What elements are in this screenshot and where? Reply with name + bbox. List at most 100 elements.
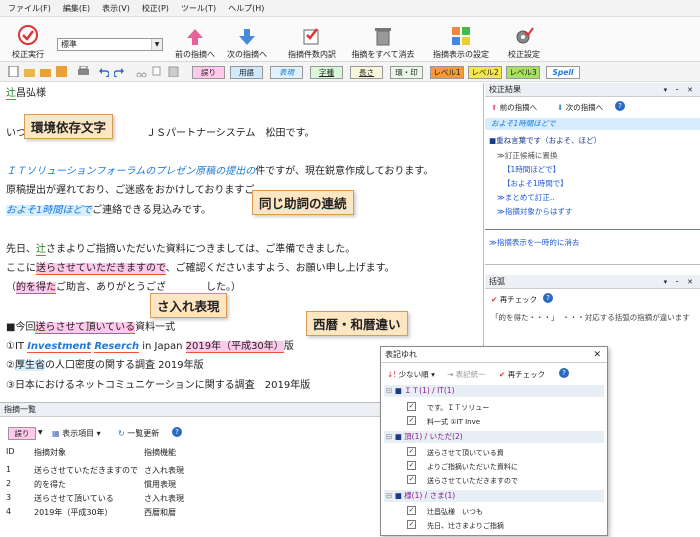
help-icon[interactable]: ?: [543, 293, 553, 303]
editor-line: ②厚生省の人口密度の関する調査 2019年版: [6, 359, 204, 372]
tag-level2[interactable]: レベル2: [468, 66, 502, 79]
table-row[interactable]: 3 送らさせて頂いている さ入れ表現: [6, 493, 184, 503]
results-next-button[interactable]: ⬇ 次の指摘へ: [557, 102, 603, 113]
tag-level1[interactable]: レベル1: [430, 66, 464, 79]
action-replace[interactable]: ≫訂正候補に置換: [497, 150, 557, 161]
panel-controls[interactable]: ▾ ⁃ ✕: [664, 275, 696, 289]
clear-all-label: 指摘をすべて消去: [351, 50, 415, 59]
menu-file[interactable]: ファイル(F): [8, 3, 51, 14]
style-select[interactable]: 標準 ▼: [57, 38, 163, 51]
results-prev-button[interactable]: ⬆ 前の指摘へ: [491, 102, 537, 113]
particle-highlight[interactable]: ＩＴソリューションフォーラムのプレゼン原稿の提出の: [6, 166, 255, 177]
cut-icon[interactable]: [136, 66, 147, 77]
close-icon[interactable]: ✕: [593, 347, 601, 363]
undo-icon[interactable]: [98, 66, 109, 77]
term-highlight[interactable]: 厚生省: [14, 360, 45, 371]
menu-edit[interactable]: 編集(E): [63, 3, 90, 14]
row-target: 送らさせて頂いている: [34, 494, 114, 503]
unify-button[interactable]: ⇥ 表記統一: [447, 369, 486, 380]
variant-checkbox[interactable]: ✓: [407, 416, 416, 425]
variant-context: 送らさせて頂いている資: [427, 449, 504, 457]
idiom-highlight[interactable]: 的を得た: [16, 282, 56, 294]
menu-tools[interactable]: ツール(T): [181, 3, 216, 14]
next-issue-button[interactable]: 次の指摘へ: [224, 20, 270, 60]
action-batch[interactable]: ≫まとめて訂正..: [497, 192, 555, 203]
era-highlight[interactable]: 2019年（平成30年）: [185, 341, 284, 353]
copy-icon[interactable]: [152, 66, 163, 77]
row-target: 的を得た: [34, 480, 66, 489]
issue-list-title: 指摘一覧: [0, 403, 380, 417]
run-proof-button[interactable]: 校正実行: [6, 20, 50, 60]
tag-length[interactable]: 長さ: [350, 66, 383, 79]
save-icon[interactable]: [56, 66, 67, 77]
redo-icon[interactable]: [114, 66, 125, 77]
results-title-text: 校正結果: [489, 85, 521, 94]
clear-all-button[interactable]: 指摘をすべて消去: [350, 20, 416, 60]
bracket-issue[interactable]: 「的を得た・・・」 ・・・対応する括弧の指摘が違います: [491, 312, 690, 323]
group-it[interactable]: ⊟ ■ ＩＴ(1) / IT(1): [384, 385, 604, 397]
variant-checkbox[interactable]: ✓: [407, 520, 416, 529]
tag-error[interactable]: 誤り: [192, 66, 225, 79]
arrow-up-icon: [187, 29, 203, 45]
chevron-down-icon[interactable]: ▼: [38, 429, 43, 436]
menu-help[interactable]: ヘルプ(H): [228, 3, 264, 14]
folder-icon[interactable]: [40, 66, 51, 77]
col-id[interactable]: ID: [6, 447, 15, 456]
sa-insertion-highlight[interactable]: 送らさせて頂いている: [35, 322, 136, 334]
refresh-list-button[interactable]: ↻ 一覧更新: [118, 428, 159, 439]
open-folder-icon[interactable]: [24, 66, 35, 77]
spell-highlight[interactable]: Reserch: [94, 341, 140, 353]
selected-issue[interactable]: およそ1時間ほどで: [485, 118, 700, 130]
tag-expression[interactable]: 表現: [270, 66, 303, 79]
chevron-down-icon[interactable]: ▼: [151, 39, 162, 50]
variant-checkbox[interactable]: ✓: [407, 447, 416, 456]
sort-button[interactable]: ↓! 少ない順 ▾: [387, 369, 435, 380]
variant-checkbox[interactable]: ✓: [407, 461, 416, 470]
sa-insertion-highlight[interactable]: 送らさせていただきますので: [36, 263, 166, 275]
tag-char[interactable]: 字種: [310, 66, 343, 79]
bracket-recheck-button[interactable]: ✔ 再チェック: [491, 294, 537, 305]
redundant-phrase-highlight[interactable]: およそ1時間ほどで: [6, 205, 93, 216]
editor-line: ここに送らさせていただきますので、ご確認くださいますよう、お願い申し上げます。: [6, 262, 395, 275]
group-itadaku[interactable]: ⊟ ■ 頂(1) / いただ(2): [384, 431, 604, 443]
suggestion-2[interactable]: 【およそ1時間で】: [503, 178, 568, 189]
help-icon[interactable]: ?: [172, 427, 182, 437]
display-items-button[interactable]: ▦ 表示項目 ▾: [52, 428, 101, 439]
editor-text: ②: [6, 360, 15, 371]
tag-level3[interactable]: レベル3: [506, 66, 540, 79]
variant-checkbox[interactable]: ✓: [407, 506, 416, 515]
new-file-icon[interactable]: [8, 66, 19, 77]
issue-summary-button[interactable]: 指摘件数内訳: [284, 20, 340, 60]
spell-highlight[interactable]: Investment: [27, 341, 92, 353]
variant-checkbox[interactable]: ✓: [407, 402, 416, 411]
help-icon[interactable]: ?: [559, 368, 569, 378]
tag-symbol[interactable]: 環・印: [390, 66, 423, 79]
variant-checkbox[interactable]: ✓: [407, 475, 416, 484]
env-char-highlight[interactable]: 辻: [36, 244, 46, 256]
temp-clear-link[interactable]: ≫指摘表示を一時的に消去: [489, 237, 579, 248]
prev-issue-button[interactable]: 前の指摘へ: [172, 20, 218, 60]
issue-summary-label: 指摘件数内訳: [288, 50, 336, 59]
action-exclude[interactable]: ≫指摘対象からはずす: [497, 206, 572, 217]
paste-icon[interactable]: [168, 66, 179, 77]
print-icon[interactable]: [78, 66, 89, 77]
col-function[interactable]: 指摘機能: [144, 447, 176, 458]
tag-spell[interactable]: Spell: [546, 66, 580, 79]
menu-view[interactable]: 表示(V): [102, 3, 130, 14]
dialog-recheck-button[interactable]: ✔ 再チェック: [499, 369, 545, 380]
style-select-value: 標準: [61, 40, 77, 49]
group-sama[interactable]: ⊟ ■ 様(1) / さま(1): [384, 490, 604, 502]
help-icon[interactable]: ?: [615, 101, 625, 111]
panel-controls[interactable]: ▾ ⁃ ✕: [664, 83, 696, 97]
tag-term[interactable]: 用語: [230, 66, 263, 79]
filter-error-tag[interactable]: 誤り: [8, 427, 36, 440]
menu-proof[interactable]: 校正(P): [142, 3, 169, 14]
env-char-highlight[interactable]: 辻: [6, 88, 16, 100]
col-target[interactable]: 指摘対象: [34, 447, 66, 458]
proof-settings-button[interactable]: 校正設定: [502, 20, 546, 60]
table-row[interactable]: 4 2019年（平成30年） 西暦和暦: [6, 507, 176, 517]
display-settings-button[interactable]: 指摘表示の設定: [430, 20, 492, 60]
suggestion-1[interactable]: 【1時間ほどで】: [503, 164, 560, 175]
table-row[interactable]: 2 的を得た 慣用表現: [6, 479, 176, 489]
table-row[interactable]: 1 送らさせていただきますので さ入れ表現: [6, 465, 184, 475]
